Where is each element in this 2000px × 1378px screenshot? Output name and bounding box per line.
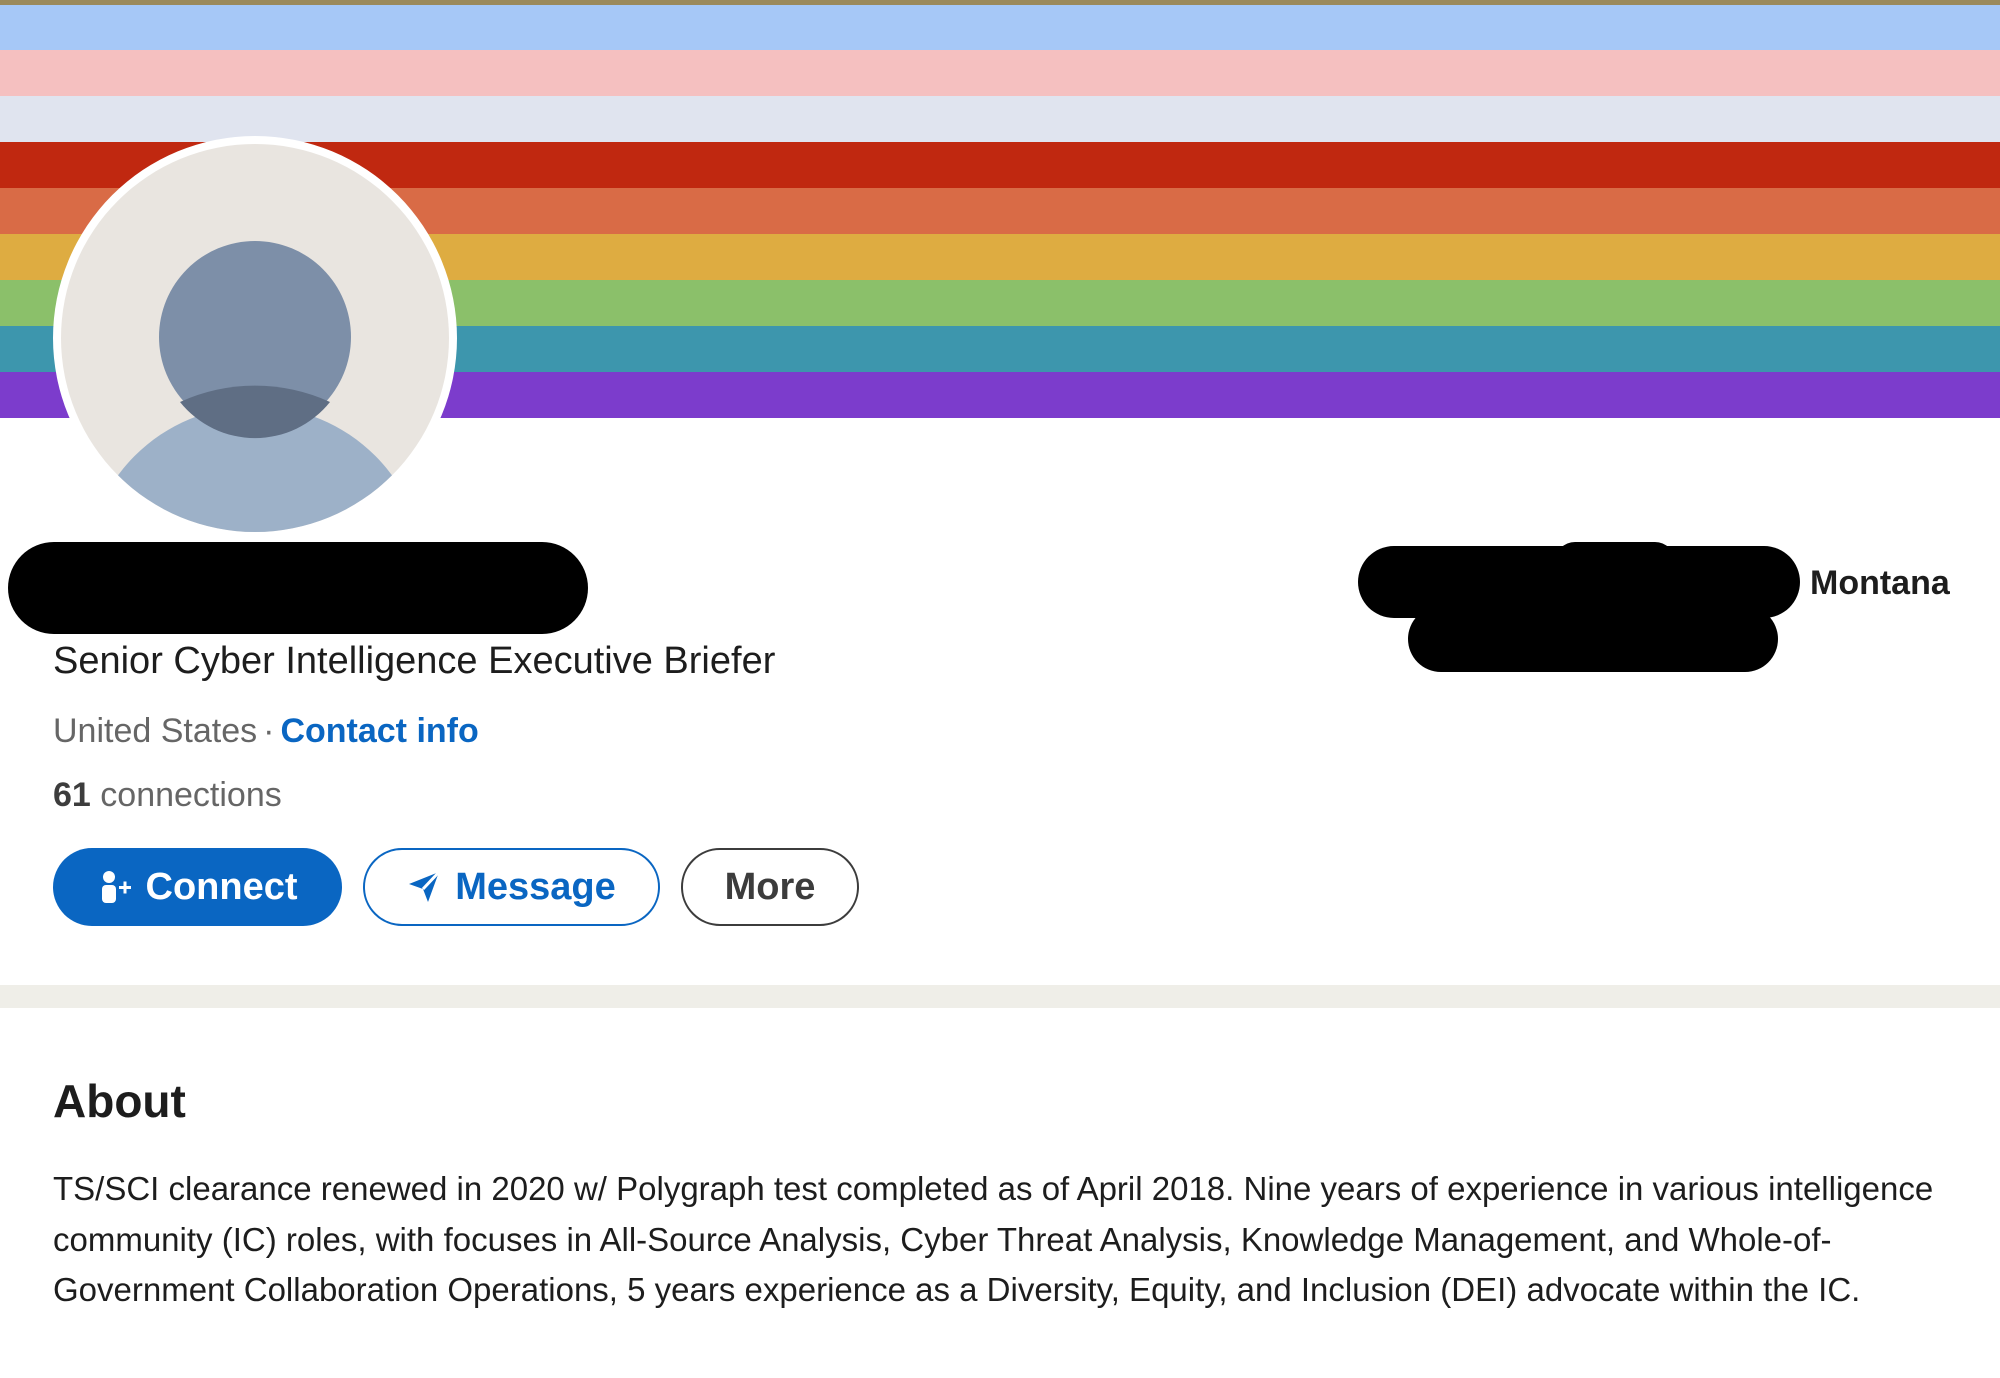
card-divider xyxy=(0,985,2000,1008)
redacted-name xyxy=(8,542,588,634)
connections-line[interactable]: 61 connections xyxy=(53,776,282,815)
about-heading: About xyxy=(53,1075,186,1127)
connect-label: Connect xyxy=(145,865,298,908)
person-add-icon xyxy=(98,870,132,904)
employer-location-text: Montana xyxy=(1810,564,1950,602)
banner-stripe xyxy=(0,50,2000,96)
location-text: United States xyxy=(53,712,258,750)
contact-info-link[interactable]: Contact info xyxy=(280,712,478,750)
connections-count: 61 xyxy=(53,776,91,814)
message-button[interactable]: Message xyxy=(363,848,660,926)
default-person-icon xyxy=(90,241,420,532)
about-text: TS/SCI clearance renewed in 2020 w/ Poly… xyxy=(53,1170,1934,1308)
banner-stripe xyxy=(0,96,2000,142)
send-arrow-icon xyxy=(407,870,441,904)
redacted-education xyxy=(1408,606,1778,672)
avatar-image xyxy=(61,144,449,532)
more-button[interactable]: More xyxy=(681,848,859,926)
more-label: More xyxy=(724,865,816,908)
banner-stripe xyxy=(0,5,2000,50)
separator: · xyxy=(263,712,275,750)
message-label: Message xyxy=(455,865,616,908)
profile-headline: Senior Cyber Intelligence Executive Brie… xyxy=(53,640,776,682)
connections-label: connections xyxy=(100,776,282,814)
location-line: United States · Contact info xyxy=(53,712,479,751)
avatar[interactable] xyxy=(53,136,457,540)
redacted-current-employer xyxy=(1555,542,1675,582)
connect-button[interactable]: Connect xyxy=(53,848,342,926)
